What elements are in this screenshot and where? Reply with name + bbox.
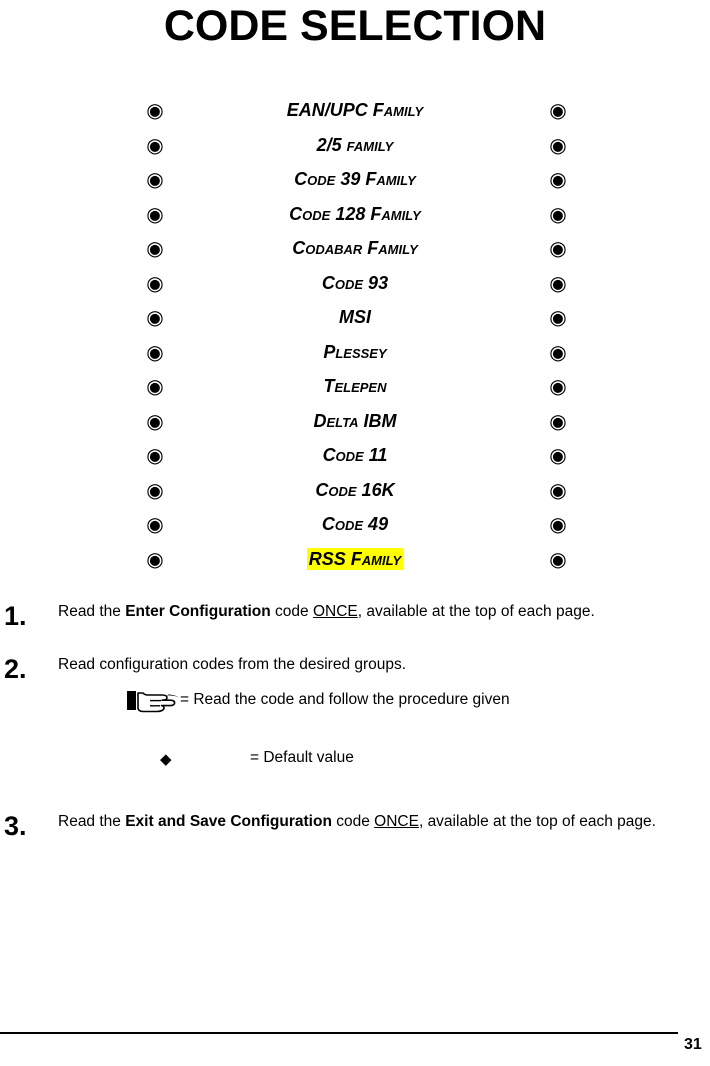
text-fragment: code: [270, 603, 313, 620]
fisheye-bullet-icon-left: ◉: [146, 98, 164, 122]
code-list-row: ◉ Code 128 Family ◉: [0, 197, 710, 232]
code-list-label: Code 39 Family: [294, 169, 416, 189]
text-fragment: Read the: [58, 603, 126, 620]
code-list-row: ◉ Code 93 ◉: [0, 266, 710, 301]
step-1-number: 1.: [4, 601, 27, 631]
code-list-row: ◉ MSI ◉: [0, 300, 710, 335]
fisheye-bullet-icon-right: ◉: [549, 167, 567, 191]
fisheye-bullet-icon-right: ◉: [549, 408, 567, 433]
text-fragment: Exit and Save Configuration: [125, 813, 332, 830]
code-list-label: Code 11: [322, 445, 388, 465]
legend-default-text: = Default value: [250, 749, 354, 766]
text-fragment: ONCE: [312, 603, 358, 620]
text-fragment: , available at the top of each page.: [418, 813, 656, 830]
code-selection-list: ◉ EAN/UPC Family ◉ ◉ 2/5 family ◉ ◉ Code 39 Fam…: [0, 93, 710, 576]
fisheye-bullet-icon-left: ◉: [146, 374, 164, 398]
instruction-steps: 1. Read the Enter Configuration code ONC…: [0, 601, 710, 841]
text-fragment: Read configuration codes from the desire…: [58, 656, 407, 673]
fisheye-bullet-icon-right: ◉: [549, 132, 567, 157]
fisheye-bullet-icon-right: ◉: [549, 305, 567, 329]
fisheye-bullet-icon-right: ◉: [549, 512, 567, 536]
fisheye-bullet-icon-left: ◉: [146, 132, 164, 157]
step-1-text: Read the Enter Configuration code ONCE, …: [58, 601, 708, 622]
fisheye-bullet-icon-right: ◉: [549, 270, 567, 295]
fisheye-bullet-icon-left: ◉: [146, 236, 164, 260]
code-list-label: Delta IBM: [313, 410, 397, 431]
code-list-label: Codabar Family: [292, 238, 418, 258]
fisheye-bullet-icon-right: ◉: [549, 98, 567, 122]
step-2-text: Read configuration codes from the desire…: [58, 654, 708, 675]
code-list-row: ◉ Telepen ◉: [0, 369, 710, 404]
page-number: 31: [684, 1036, 702, 1053]
code-list-label: Code 16K: [315, 479, 395, 500]
code-list-label: Plessey: [323, 341, 387, 362]
code-list-row: ◉ Code 49 ◉: [0, 507, 710, 542]
fisheye-bullet-icon-left: ◉: [146, 167, 164, 191]
fisheye-bullet-icon-left: ◉: [146, 408, 164, 433]
black-diamond-icon: ◆: [160, 750, 172, 768]
fisheye-bullet-icon-left: ◉: [146, 339, 164, 364]
step-2: 2. Read configuration codes from the des…: [0, 654, 710, 684]
code-list-label: Code 93: [321, 272, 389, 293]
page-title: CODE SELECTION: [163, 2, 547, 50]
step-3-text: Read the Exit and Save Configuration cod…: [58, 811, 708, 832]
step-1: 1. Read the Enter Configuration code ONC…: [0, 601, 710, 631]
fisheye-bullet-icon-right: ◉: [549, 339, 567, 364]
legend-row-procedure: = Read the code and follow the procedure…: [0, 688, 710, 719]
code-list-row: ◉ Code 39 Family ◉: [0, 162, 710, 197]
code-list-row: ◉ 2/5 family ◉: [0, 128, 710, 163]
fisheye-bullet-icon-left: ◉: [146, 546, 164, 571]
fisheye-bullet-icon-right: ◉: [549, 443, 567, 467]
code-list-label: 2/5 family: [316, 134, 394, 155]
legend: = Read the code and follow the procedure…: [0, 688, 710, 777]
code-list-row: ◉ Codabar Family ◉: [0, 231, 710, 266]
fisheye-bullet-icon-left: ◉: [146, 477, 164, 502]
code-list-label: Code 49: [321, 514, 389, 534]
code-list-row: ◉ Code 11 ◉: [0, 438, 710, 473]
fisheye-bullet-icon-left: ◉: [146, 270, 164, 295]
text-fragment: , available at the top of each page.: [357, 603, 595, 620]
code-list-row: ◉ Plessey ◉: [0, 335, 710, 370]
text-fragment: ONCE: [374, 813, 419, 830]
code-list-label: EAN/UPC Family: [286, 100, 424, 120]
code-list-label: Code 128 Family: [289, 203, 421, 224]
step-3-number: 3.: [4, 811, 27, 841]
text-fragment: Read the: [58, 813, 126, 830]
fisheye-bullet-icon-right: ◉: [549, 374, 567, 398]
code-list-label: Telepen: [323, 376, 387, 396]
legend-row-default: ◆ = Default value: [0, 746, 710, 777]
footer-divider: [0, 1032, 678, 1034]
code-list-row: ◉ RSS Family ◉: [0, 542, 710, 577]
code-list-row: ◉ EAN/UPC Family ◉: [0, 93, 710, 128]
legend-procedure-text: = Read the code and follow the procedure…: [180, 691, 510, 708]
code-list-label: MSI: [338, 307, 371, 327]
code-list-label: RSS Family: [306, 547, 404, 570]
step-2-number: 2.: [4, 654, 27, 684]
fisheye-bullet-icon-left: ◉: [146, 443, 164, 467]
fisheye-bullet-icon-right: ◉: [549, 477, 567, 502]
code-list-row: ◉ Code 16K ◉: [0, 473, 710, 508]
code-list-row: ◉ Delta IBM ◉: [0, 404, 710, 439]
pointing-hand-icon: [126, 688, 182, 714]
fisheye-bullet-icon-left: ◉: [146, 512, 164, 536]
text-fragment: code: [331, 813, 375, 830]
footer: 31: [0, 1032, 710, 1066]
fisheye-bullet-icon-left: ◉: [146, 305, 164, 329]
fisheye-bullet-icon-right: ◉: [549, 201, 567, 226]
step-3: 3. Read the Exit and Save Configuration …: [0, 811, 710, 841]
fisheye-bullet-icon-right: ◉: [549, 236, 567, 260]
fisheye-bullet-icon-left: ◉: [146, 201, 164, 226]
fisheye-bullet-icon-right: ◉: [549, 546, 567, 571]
text-fragment: Enter Configuration: [125, 603, 271, 620]
